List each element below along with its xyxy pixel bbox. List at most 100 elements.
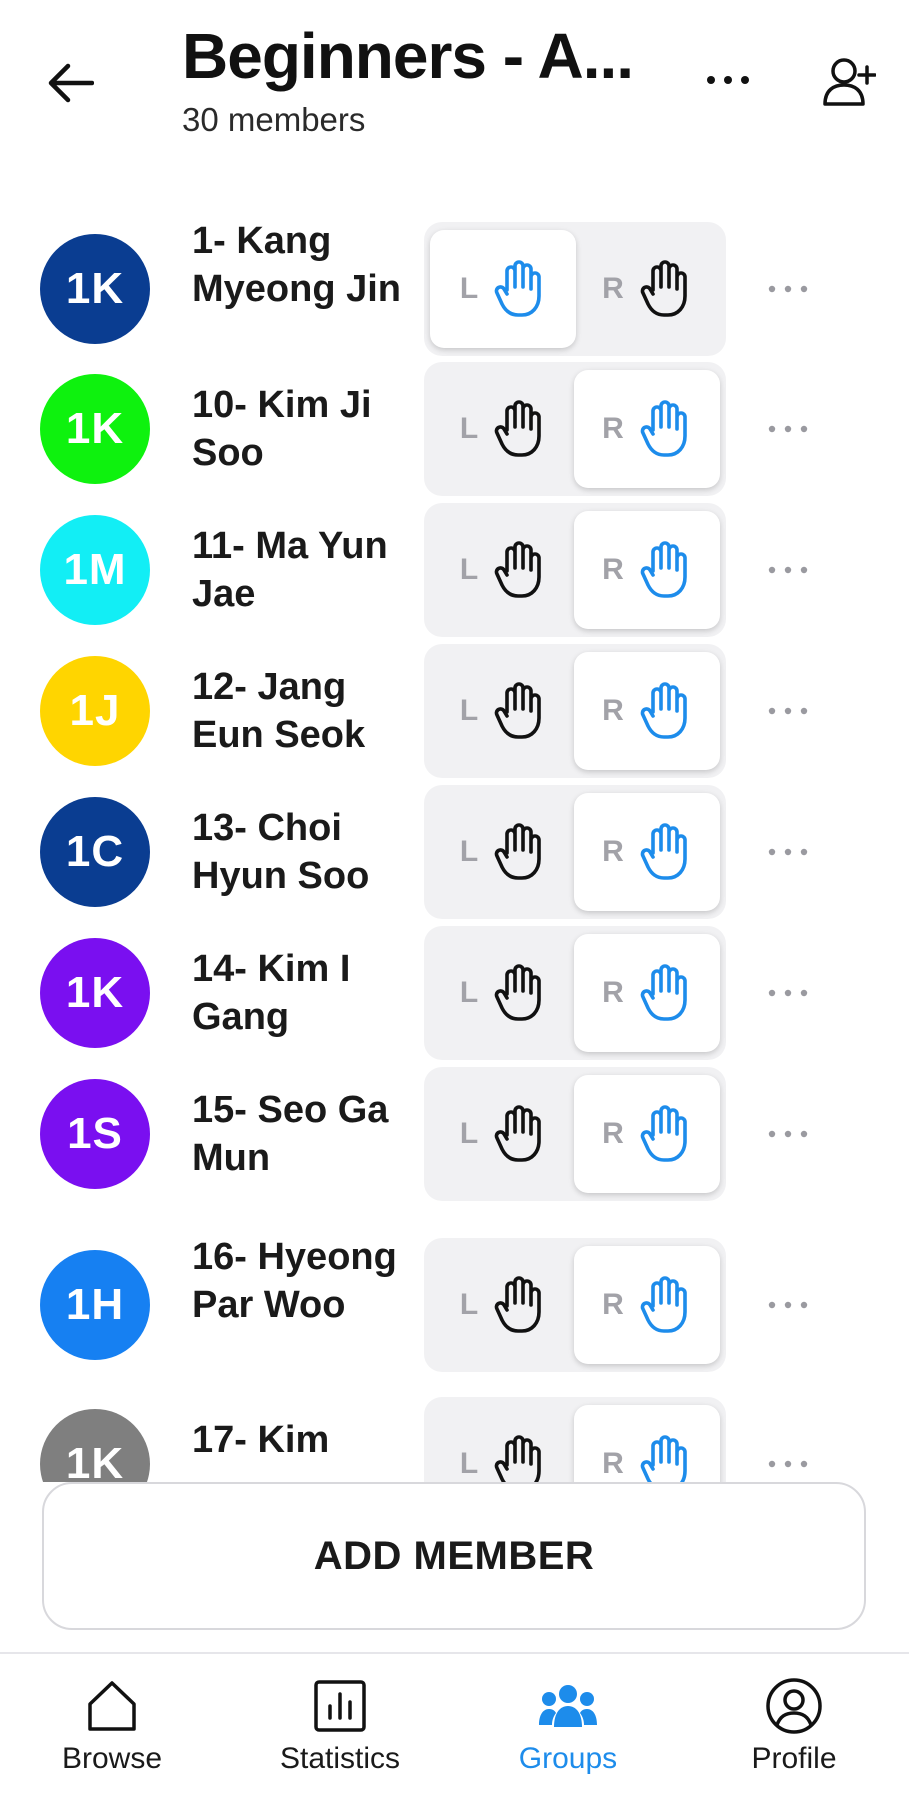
- left-hand-option[interactable]: L: [430, 370, 576, 488]
- user-circle-icon: [764, 1676, 824, 1736]
- member-row[interactable]: 1K 10- Kim Ji Soo L R: [0, 362, 909, 496]
- member-row[interactable]: 1C 13- Choi Hyun Soo L R: [0, 785, 909, 919]
- member-list[interactable]: 1K 1- Kang Myeong Jin L R 1K 10- Kim Ji Soo L R…: [0, 170, 909, 1482]
- hand-letter: R: [602, 1288, 624, 1321]
- home-icon: [82, 1676, 142, 1736]
- hand-icon: [492, 260, 546, 318]
- member-more-button[interactable]: [758, 832, 818, 872]
- left-hand-option[interactable]: L: [430, 1246, 576, 1364]
- right-hand-option[interactable]: R: [574, 1405, 720, 1482]
- nav-browse[interactable]: Browse: [12, 1676, 212, 1788]
- hand-letter: R: [602, 1117, 624, 1150]
- avatar: 1J: [40, 656, 150, 766]
- hand-toggle[interactable]: LR: [424, 222, 726, 356]
- member-row[interactable]: 1K 17- Kim L R: [0, 1397, 909, 1482]
- hand-toggle[interactable]: LR: [424, 362, 726, 496]
- right-hand-option[interactable]: R: [574, 370, 720, 488]
- right-hand-option[interactable]: R: [574, 793, 720, 911]
- hand-toggle[interactable]: LR: [424, 926, 726, 1060]
- right-hand-option[interactable]: R: [574, 230, 720, 348]
- member-name: 13- Choi Hyun Soo: [192, 807, 370, 897]
- hand-icon: [638, 260, 692, 318]
- nav-label: Groups: [518, 1742, 618, 1775]
- avatar: 1K: [40, 938, 150, 1048]
- back-button[interactable]: [38, 50, 104, 116]
- nav-groups[interactable]: Groups: [468, 1676, 668, 1788]
- right-hand-option[interactable]: R: [574, 511, 720, 629]
- member-more-button[interactable]: [758, 1114, 818, 1154]
- left-hand-option[interactable]: L: [430, 793, 576, 911]
- left-hand-option[interactable]: L: [430, 1075, 576, 1193]
- member-row[interactable]: 1S 15- Seo Ga Mun L R: [0, 1067, 909, 1201]
- left-hand-option[interactable]: L: [430, 934, 576, 1052]
- hand-letter: L: [459, 1447, 479, 1480]
- avatar: 1C: [40, 797, 150, 907]
- hand-toggle[interactable]: LR: [424, 1397, 726, 1482]
- add-member-button[interactable]: ADD MEMBER: [42, 1482, 866, 1630]
- member-more-button[interactable]: [758, 973, 818, 1013]
- nav-profile[interactable]: Profile: [694, 1676, 894, 1788]
- hand-icon: [638, 400, 692, 458]
- member-row[interactable]: 1J 12- Jang Eun Seok L R: [0, 644, 909, 778]
- member-name: 16- Hyeong Par Woo: [192, 1236, 397, 1326]
- member-name: 1- Kang Myeong Jin: [192, 220, 402, 310]
- member-row[interactable]: 1H 16- Hyeong Par Woo L R: [0, 1230, 909, 1380]
- hand-icon: [638, 541, 692, 599]
- member-more-button[interactable]: [758, 409, 818, 449]
- hand-letter: R: [602, 412, 624, 445]
- member-more-button[interactable]: [758, 1285, 818, 1325]
- member-more-button[interactable]: [758, 550, 818, 590]
- hand-letter: L: [459, 272, 479, 305]
- member-row[interactable]: 1K 14- Kim I Gang L R: [0, 926, 909, 1060]
- member-name: 12- Jang Eun Seok: [192, 666, 366, 756]
- right-hand-option[interactable]: R: [574, 652, 720, 770]
- member-name: 17- Kim: [192, 1419, 330, 1461]
- hand-icon: [492, 1276, 546, 1334]
- hand-letter: R: [602, 553, 624, 586]
- more-horizontal-icon: [768, 848, 808, 856]
- hand-toggle[interactable]: LR: [424, 644, 726, 778]
- nav-label: Browse: [61, 1742, 163, 1775]
- more-horizontal-icon: [707, 76, 749, 84]
- hand-letter: L: [459, 1288, 479, 1321]
- more-options-button[interactable]: [695, 52, 761, 108]
- hand-icon: [492, 541, 546, 599]
- hand-toggle[interactable]: LR: [424, 1238, 726, 1372]
- left-hand-option[interactable]: L: [430, 511, 576, 629]
- header: Beginners - A... 30 members: [0, 0, 909, 170]
- right-hand-option[interactable]: R: [574, 1246, 720, 1364]
- member-more-button[interactable]: [758, 1444, 818, 1482]
- hand-toggle[interactable]: LR: [424, 785, 726, 919]
- hand-icon: [638, 823, 692, 881]
- nav-label: Profile: [751, 1742, 837, 1775]
- right-hand-option[interactable]: R: [574, 1075, 720, 1193]
- nav-statistics[interactable]: Statistics: [240, 1676, 440, 1788]
- member-name: 15- Seo Ga Mun: [192, 1089, 389, 1179]
- member-more-button[interactable]: [758, 691, 818, 731]
- avatar: 1K: [40, 374, 150, 484]
- hand-letter: L: [459, 412, 479, 445]
- more-horizontal-icon: [768, 285, 808, 293]
- avatar: 1K: [40, 234, 150, 344]
- hand-icon: [638, 964, 692, 1022]
- group-icon: [538, 1676, 598, 1736]
- member-more-button[interactable]: [758, 269, 818, 309]
- add-user-button[interactable]: [816, 48, 882, 114]
- avatar: 1S: [40, 1079, 150, 1189]
- left-hand-option[interactable]: L: [430, 230, 576, 348]
- hand-icon: [492, 1435, 546, 1482]
- member-name: 10- Kim Ji Soo: [192, 384, 372, 474]
- left-hand-option[interactable]: L: [430, 1405, 576, 1482]
- hand-letter: R: [602, 835, 624, 868]
- more-horizontal-icon: [768, 989, 808, 997]
- hand-toggle[interactable]: LR: [424, 1067, 726, 1201]
- hand-letter: L: [459, 694, 479, 727]
- member-row[interactable]: 1M 11- Ma Yun Jae L R: [0, 503, 909, 637]
- right-hand-option[interactable]: R: [574, 934, 720, 1052]
- left-hand-option[interactable]: L: [430, 652, 576, 770]
- hand-letter: L: [459, 835, 479, 868]
- bar-chart-icon: [310, 1676, 370, 1736]
- hand-toggle[interactable]: LR: [424, 503, 726, 637]
- member-row[interactable]: 1K 1- Kang Myeong Jin L R: [0, 214, 909, 364]
- page-title: Beginners - A...: [182, 20, 634, 92]
